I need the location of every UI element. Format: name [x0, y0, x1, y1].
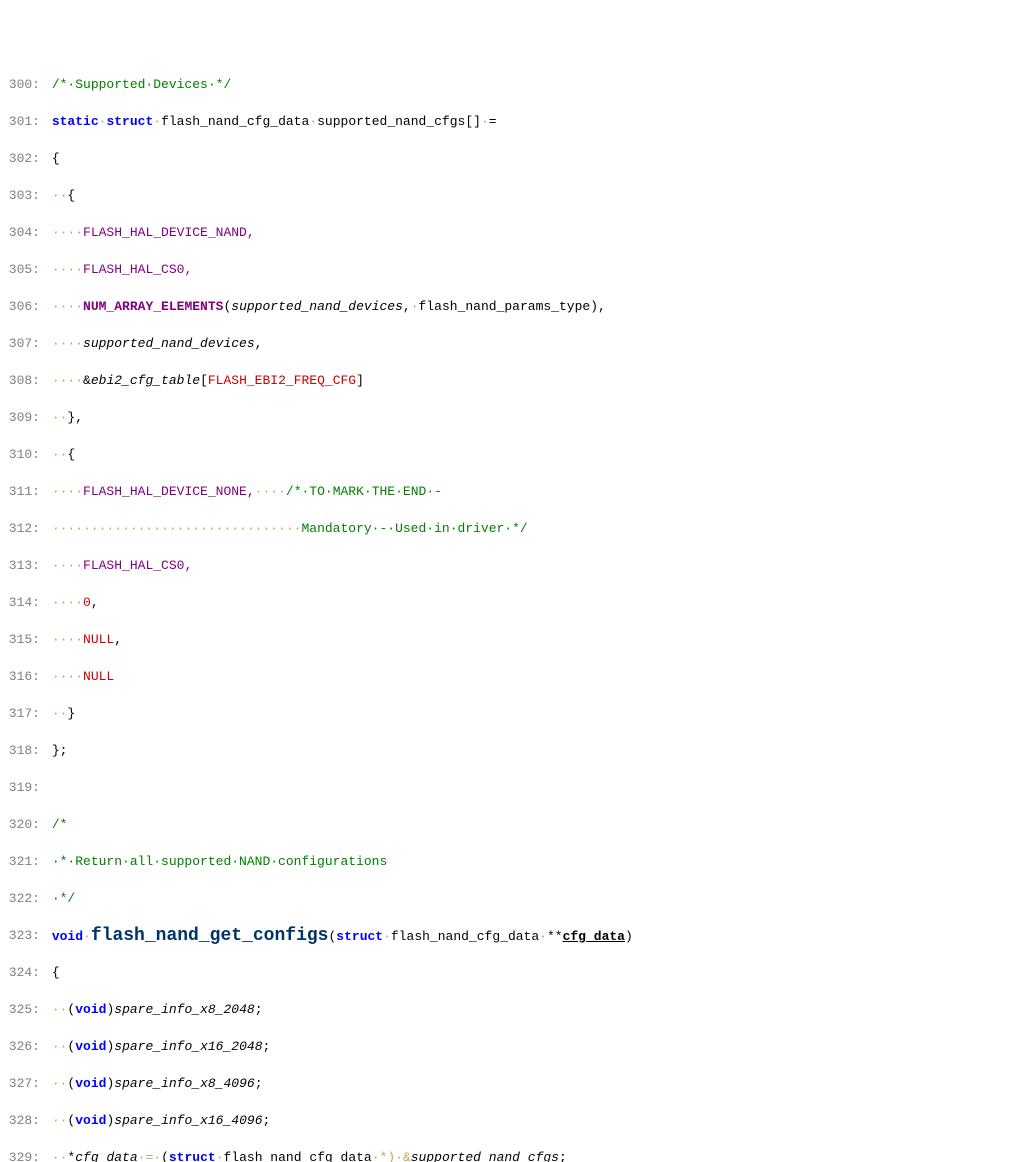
line-number: 307: — [0, 335, 44, 354]
line-number: 326: — [0, 1038, 44, 1057]
code-line: 301: static·struct·flash_nand_cfg_data·s… — [0, 113, 1025, 132]
code-line: 307: ····supported_nand_devices, — [0, 335, 1025, 354]
code-content: ··(void)spare_info_x16_4096; — [44, 1112, 1025, 1131]
code-content: ··(void)spare_info_x8_2048; — [44, 1001, 1025, 1020]
code-content: ·*·Return·all·supported·NAND·configurati… — [44, 853, 1025, 872]
code-content: ····FLASH_HAL_DEVICE_NAND, — [44, 224, 1025, 243]
line-number: 321: — [0, 853, 44, 872]
line-number: 312: — [0, 520, 44, 539]
line-number: 301: — [0, 113, 44, 132]
code-content: ··{ — [44, 446, 1025, 465]
code-content: ····FLASH_HAL_CS0, — [44, 557, 1025, 576]
code-content: { — [44, 964, 1025, 983]
line-number: 319: — [0, 779, 44, 798]
function-name: flash_nand_get_configs — [91, 926, 329, 946]
code-content: ····&ebi2_cfg_table[FLASH_EBI2_FREQ_CFG] — [44, 372, 1025, 391]
line-number: 300: — [0, 76, 44, 95]
code-line: 327: ··(void)spare_info_x8_4096; — [0, 1075, 1025, 1094]
code-content: }; — [44, 742, 1025, 761]
code-line: 313: ····FLASH_HAL_CS0, — [0, 557, 1025, 576]
code-line: 317: ··} — [0, 705, 1025, 724]
code-content: ····NULL — [44, 668, 1025, 687]
code-line: 314: ····0, — [0, 594, 1025, 613]
line-number: 327: — [0, 1075, 44, 1094]
code-line: 308: ····&ebi2_cfg_table[FLASH_EBI2_FREQ… — [0, 372, 1025, 391]
code-line: 322: ·*/ — [0, 890, 1025, 909]
code-line: 302: { — [0, 150, 1025, 169]
code-content: ··(void)spare_info_x8_4096; — [44, 1075, 1025, 1094]
code-line: 323: void·flash_nand_get_configs(struct·… — [0, 927, 1025, 946]
line-number: 311: — [0, 483, 44, 502]
line-number: 303: — [0, 187, 44, 206]
code-line: 305: ····FLASH_HAL_CS0, — [0, 261, 1025, 280]
code-line: 300: /*·Supported·Devices·*/ — [0, 76, 1025, 95]
code-line: 315: ····NULL, — [0, 631, 1025, 650]
code-content: ··{ — [44, 187, 1025, 206]
line-number: 313: — [0, 557, 44, 576]
code-line: 326: ··(void)spare_info_x16_2048; — [0, 1038, 1025, 1057]
code-content: ································Mandator… — [44, 520, 1025, 539]
code-content: void·flash_nand_get_configs(struct·flash… — [44, 927, 1025, 947]
line-number: 320: — [0, 816, 44, 835]
code-line: 310: ··{ — [0, 446, 1025, 465]
line-number: 322: — [0, 890, 44, 909]
line-number: 314: — [0, 594, 44, 613]
code-content: ····0, — [44, 594, 1025, 613]
line-number: 315: — [0, 631, 44, 650]
code-line: 329: ··*cfg_data·=·(struct·flash_nand_cf… — [0, 1149, 1025, 1162]
line-number: 329: — [0, 1149, 44, 1162]
line-number: 316: — [0, 668, 44, 687]
line-number: 318: — [0, 742, 44, 761]
line-number: 324: — [0, 964, 44, 983]
code-line: 316: ····NULL — [0, 668, 1025, 687]
code-content: /* — [44, 816, 1025, 835]
code-line: 321: ·*·Return·all·supported·NAND·config… — [0, 853, 1025, 872]
code-line: 324: { — [0, 964, 1025, 983]
code-content: ····supported_nand_devices, — [44, 335, 1025, 354]
code-content: ····NULL, — [44, 631, 1025, 650]
code-line: 312: ································Man… — [0, 520, 1025, 539]
line-number: 317: — [0, 705, 44, 724]
code-line: 311: ····FLASH_HAL_DEVICE_NONE,····/*·TO… — [0, 483, 1025, 502]
code-line: 319: — [0, 779, 1025, 798]
line-number: 310: — [0, 446, 44, 465]
code-content: ··} — [44, 705, 1025, 724]
line-number: 306: — [0, 298, 44, 317]
line-number: 304: — [0, 224, 44, 243]
code-line: 328: ··(void)spare_info_x16_4096; — [0, 1112, 1025, 1131]
code-line: 306: ····NUM_ARRAY_ELEMENTS(supported_na… — [0, 298, 1025, 317]
code-content: /*·Supported·Devices·*/ — [44, 76, 1025, 95]
line-number: 325: — [0, 1001, 44, 1020]
code-line: 304: ····FLASH_HAL_DEVICE_NAND, — [0, 224, 1025, 243]
code-content: ··(void)spare_info_x16_2048; — [44, 1038, 1025, 1057]
line-number: 305: — [0, 261, 44, 280]
code-content: ····FLASH_HAL_CS0, — [44, 261, 1025, 280]
code-content: { — [44, 150, 1025, 169]
code-content: ····NUM_ARRAY_ELEMENTS(supported_nand_de… — [44, 298, 1025, 317]
code-line: 318: }; — [0, 742, 1025, 761]
code-content: ··}, — [44, 409, 1025, 428]
code-line: 303: ··{ — [0, 187, 1025, 206]
line-number: 308: — [0, 372, 44, 391]
code-line: 309: ··}, — [0, 409, 1025, 428]
code-content: ·*/ — [44, 890, 1025, 909]
code-content: ····FLASH_HAL_DEVICE_NONE,····/*·TO·MARK… — [44, 483, 1025, 502]
line-number: 323: — [0, 927, 44, 946]
line-number: 309: — [0, 409, 44, 428]
code-line: 320: /* — [0, 816, 1025, 835]
code-line: 325: ··(void)spare_info_x8_2048; — [0, 1001, 1025, 1020]
code-content: static·struct·flash_nand_cfg_data·suppor… — [44, 113, 1025, 132]
code-content: ··*cfg_data·=·(struct·flash_nand_cfg_dat… — [44, 1149, 1025, 1162]
line-number: 328: — [0, 1112, 44, 1131]
line-number: 302: — [0, 150, 44, 169]
